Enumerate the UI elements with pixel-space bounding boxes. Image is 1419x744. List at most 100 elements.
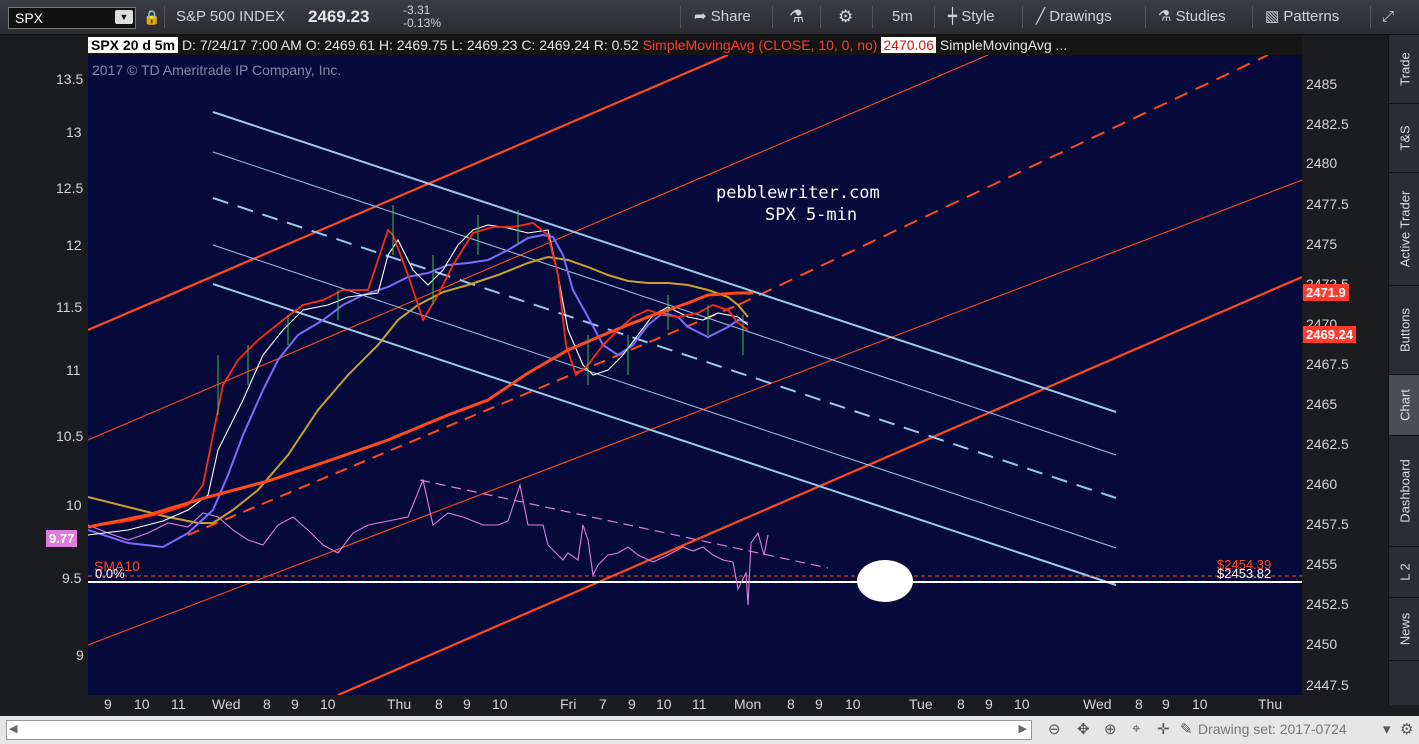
time-tick: 9 xyxy=(291,696,299,712)
patterns-icon: ▧ xyxy=(1265,8,1284,25)
bar-low: L: 2469.23 xyxy=(451,37,518,53)
right-tick: 2480 xyxy=(1306,155,1338,171)
study-1-value: 2470.06 xyxy=(881,37,936,53)
tab-level-2[interactable]: L 2 xyxy=(1389,547,1419,598)
right-tick: 2460 xyxy=(1306,476,1338,492)
watermark: 2017 © TD Ameritrade IP Company, Inc. xyxy=(92,62,342,78)
tab-trade[interactable]: Trade xyxy=(1389,35,1419,104)
zoom-out-icon[interactable]: ⊖ xyxy=(1048,720,1061,738)
chart-area[interactable] xyxy=(88,55,1302,695)
right-sidebar: Trade T&S Active Trader Buttons Chart Da… xyxy=(1388,35,1419,705)
left-tick: 10.5 xyxy=(56,428,84,444)
right-tick: 2477.5 xyxy=(1306,196,1349,212)
tab-label: L 2 xyxy=(1397,563,1412,581)
share-button[interactable]: ➦ Share xyxy=(694,0,751,34)
time-tick: 10 xyxy=(1014,696,1030,712)
left-tick: 11.5 xyxy=(56,299,83,315)
tab-label: Trade xyxy=(1397,52,1412,86)
annotation-line2: SPX 5-min xyxy=(765,205,858,225)
right-tick: 2447.5 xyxy=(1306,677,1349,693)
time-tick: 8 xyxy=(957,696,965,712)
time-tick: 9 xyxy=(1162,696,1170,712)
gold-ma xyxy=(88,255,749,524)
expand-icon[interactable]: ⤢ xyxy=(1382,0,1394,34)
drawings-label: Drawings xyxy=(1049,8,1112,25)
magnet-icon[interactable]: ⌖ xyxy=(1132,720,1140,737)
patterns-button[interactable]: ▧ Patterns xyxy=(1265,0,1339,34)
time-tick: 10 xyxy=(656,696,672,712)
right-tick: 2485 xyxy=(1306,76,1338,92)
time-scrollbar[interactable]: ◀ ▶ xyxy=(6,720,1032,740)
studies-button[interactable]: ⚗ Studies xyxy=(1158,0,1226,34)
tab-chart[interactable]: Chart xyxy=(1389,375,1419,436)
price-badge-2: 2469.24 xyxy=(1303,326,1356,343)
time-tick: Thu xyxy=(1258,696,1283,712)
right-tick: 2450 xyxy=(1306,636,1338,652)
bar-date: D: 7/24/17 7:00 AM xyxy=(181,37,302,53)
time-tick: 8 xyxy=(263,696,271,712)
time-tick: 9 xyxy=(628,696,636,712)
tab-active-trader[interactable]: Active Trader xyxy=(1389,173,1419,286)
right-tick: 2467.5 xyxy=(1306,356,1349,372)
tab-label: Buttons xyxy=(1397,307,1412,353)
crosshair-icon[interactable]: ✛ xyxy=(1157,720,1170,738)
tab-label: Chart xyxy=(1397,389,1412,421)
left-tick: 10 xyxy=(66,497,82,513)
drawing-icon[interactable]: ✎ xyxy=(1180,720,1193,738)
tab-news[interactable]: News xyxy=(1389,598,1419,661)
flask-icon: ⚗ xyxy=(1158,8,1176,25)
top-toolbar: SPX ▼ 🔒 S&P 500 INDEX 2469.23 -3.31 -0.1… xyxy=(0,0,1419,35)
bar-range: R: 0.52 xyxy=(593,37,639,53)
time-tick: 11 xyxy=(692,696,707,712)
drawings-button[interactable]: ╱ Drawings xyxy=(1036,0,1112,34)
style-button[interactable]: ┿ Style xyxy=(948,0,995,34)
flask-icon[interactable]: ⚗ xyxy=(789,0,804,34)
patterns-label: Patterns xyxy=(1283,8,1340,25)
bar-close: C: 2469.24 xyxy=(521,37,590,53)
highlight-ellipse xyxy=(857,560,913,602)
timeframe-button[interactable]: 5m xyxy=(892,0,913,34)
zoom-in-icon[interactable]: ⊕ xyxy=(1104,720,1117,738)
pan-icon[interactable]: ✥ xyxy=(1077,720,1090,738)
tab-dashboard[interactable]: Dashboard xyxy=(1389,436,1419,547)
time-tick: 10 xyxy=(134,696,150,712)
time-tick: 8 xyxy=(1135,696,1143,712)
tab-buttons[interactable]: Buttons xyxy=(1389,286,1419,375)
left-tick: 11 xyxy=(66,362,81,378)
time-tick: 9 xyxy=(985,696,993,712)
study-2-label[interactable]: SimpleMovingAvg ... xyxy=(940,37,1067,53)
vix-badge: 9.77 xyxy=(46,530,78,547)
tab-label: T&S xyxy=(1397,125,1412,151)
scroll-left-icon[interactable]: ◀ xyxy=(9,722,17,735)
time-tick: 10 xyxy=(1192,696,1208,712)
scroll-right-icon[interactable]: ▶ xyxy=(1019,722,1027,735)
chevron-down-icon[interactable]: ▼ xyxy=(115,10,133,24)
studies-label: Studies xyxy=(1175,8,1226,25)
study-1-label[interactable]: SimpleMovingAvg (CLOSE, 10, 0, no) xyxy=(643,37,878,53)
tab-time-and-sales[interactable]: T&S xyxy=(1389,104,1419,173)
time-tick: Tue xyxy=(909,696,933,712)
chart-id[interactable]: SPX 20 d 5m xyxy=(88,37,179,53)
blue-channel xyxy=(212,111,1117,586)
time-tick: Mon xyxy=(734,696,762,712)
lock-icon[interactable]: 🔒 xyxy=(143,0,160,34)
chevron-down-icon[interactable]: ▾ xyxy=(1383,720,1391,738)
gear-icon[interactable]: ⚙ xyxy=(1400,720,1413,738)
symbol-selector[interactable]: SPX ▼ xyxy=(8,7,136,29)
left-tick: 13.5 xyxy=(56,71,84,87)
style-label: Style xyxy=(961,8,995,25)
right-tick: 2462.5 xyxy=(1306,436,1349,452)
time-tick: 10 xyxy=(845,696,861,712)
symbol-description: S&P 500 INDEX xyxy=(176,8,285,25)
left-tick: 9 xyxy=(76,647,84,663)
left-tick: 12.5 xyxy=(56,180,84,196)
symbol-value: SPX xyxy=(15,10,44,26)
time-tick: 7 xyxy=(599,696,607,712)
share-icon: ➦ xyxy=(694,8,711,25)
level-2-label: $2453.82 xyxy=(1217,566,1272,581)
left-tick: 12 xyxy=(66,237,82,253)
gear-icon[interactable]: ⚙ xyxy=(838,0,853,34)
bar-open: O: 2469.61 xyxy=(305,37,375,53)
drawing-set-label[interactable]: Drawing set: 2017-0724 xyxy=(1198,721,1347,737)
orange-sma xyxy=(88,291,753,529)
